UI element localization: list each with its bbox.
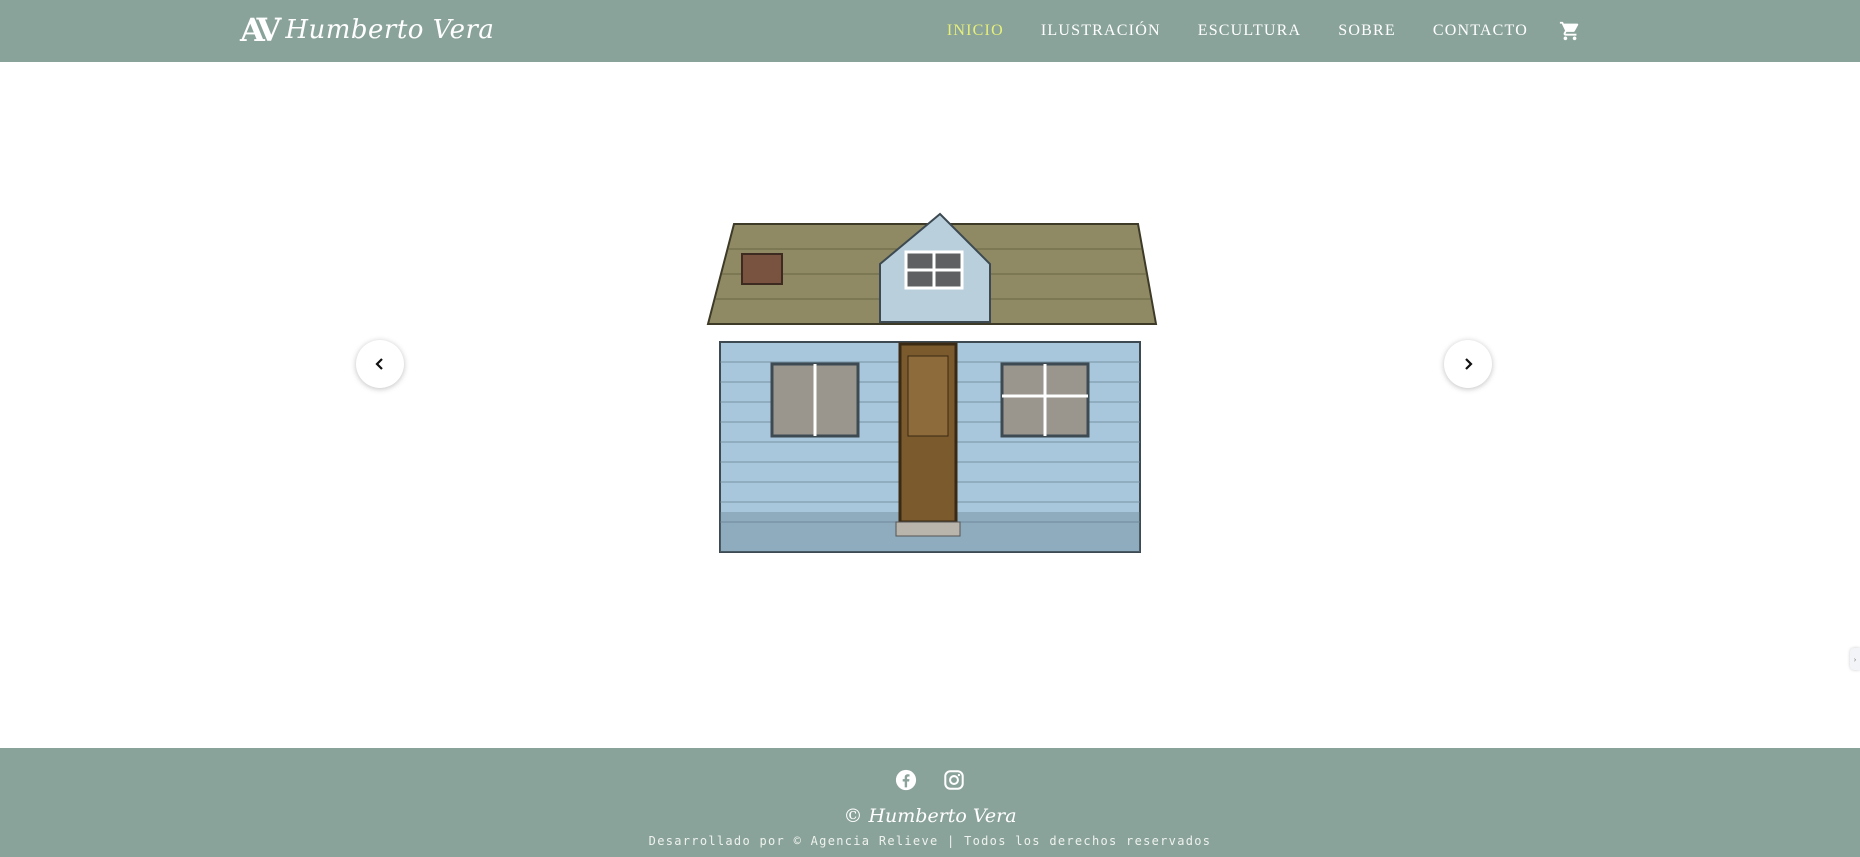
logo-monogram: AV <box>240 11 281 49</box>
social-links <box>0 768 1860 792</box>
house-illustration <box>706 212 1158 553</box>
nav-item-ilustracion[interactable]: ILUSTRACIÓN <box>1041 22 1161 40</box>
footer-credits: Desarrollado por © Agencia Relieve | Tod… <box>0 834 1860 848</box>
nav-item-inicio[interactable]: INICIO <box>947 22 1004 40</box>
site-logo[interactable]: AV Humberto Vera <box>240 12 494 48</box>
credits-prefix: Desarrollado por © <box>648 834 811 848</box>
chevron-left-icon <box>375 358 383 370</box>
next-slide-button[interactable] <box>1444 340 1492 388</box>
instagram-icon[interactable] <box>942 768 966 792</box>
prev-slide-button[interactable] <box>356 340 404 388</box>
agency-link[interactable]: Agencia Relieve <box>811 834 939 848</box>
site-header: AV Humberto Vera INICIO ILUSTRACIÓN ESCU… <box>0 0 1860 62</box>
nav-item-sobre[interactable]: SOBRE <box>1338 22 1396 40</box>
shopping-cart-icon[interactable] <box>1558 19 1582 43</box>
site-footer: © Humberto Vera Desarrollado por © Agenc… <box>0 748 1860 857</box>
hero-slider: › <box>0 62 1860 748</box>
side-widget-tab[interactable]: › <box>1850 648 1860 670</box>
footer-copyright: © Humberto Vera <box>843 805 1017 827</box>
chevron-right-icon <box>1465 358 1473 370</box>
logo-text: Humberto Vera <box>285 15 495 45</box>
main-nav: INICIO ILUSTRACIÓN ESCULTURA SOBRE CONTA… <box>910 0 1582 62</box>
credits-suffix: | Todos los derechos reservados <box>938 834 1212 848</box>
facebook-icon[interactable] <box>894 768 918 792</box>
nav-item-escultura[interactable]: ESCULTURA <box>1198 22 1302 40</box>
nav-item-contacto[interactable]: CONTACTO <box>1433 22 1528 40</box>
